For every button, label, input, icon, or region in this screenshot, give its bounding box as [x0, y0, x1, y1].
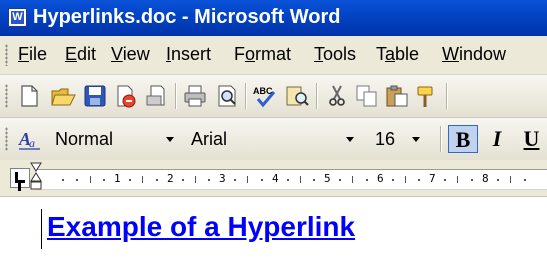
text-cursor	[41, 209, 42, 249]
font-size-dropdown[interactable]: 16	[370, 125, 426, 153]
print-preview-icon[interactable]	[144, 83, 170, 109]
toolbar-separator	[175, 83, 176, 109]
spelling-grammar-icon[interactable]: ABC	[252, 83, 278, 109]
ruler-number: 3	[219, 172, 226, 185]
toolbar-separator	[316, 83, 317, 109]
hyperlink[interactable]: Example of a Hyperlink	[47, 211, 355, 243]
window-title: Hyperlinks.doc - Microsoft Word	[33, 6, 341, 28]
style-value: Normal	[55, 129, 114, 149]
ruler-number: 1	[114, 172, 121, 185]
standard-toolbar: ABC	[0, 75, 547, 118]
document-area[interactable]: Example of a Hyperlink	[0, 197, 547, 267]
italic-button[interactable]: I	[482, 125, 512, 153]
horizontal-ruler-bar: 1 2 3 4 5 6 7 8	[0, 160, 547, 197]
font-dropdown[interactable]: Arial	[184, 125, 360, 153]
menu-insert[interactable]: Insert	[166, 44, 211, 65]
chevron-down-icon[interactable]	[161, 126, 179, 152]
ruler-number: 2	[167, 172, 174, 185]
indent-marker-icon[interactable]	[30, 162, 42, 192]
horizontal-ruler[interactable]: 1 2 3 4 5 6 7 8	[36, 169, 547, 190]
menu-edit[interactable]: Edit	[65, 44, 96, 65]
title-bar: W Hyperlinks.doc - Microsoft Word	[0, 0, 547, 36]
print-icon[interactable]	[182, 83, 208, 109]
menu-format[interactable]: Format	[234, 44, 291, 65]
ruler-number: 8	[482, 172, 489, 185]
save-disk-icon[interactable]	[82, 83, 108, 109]
menu-file[interactable]: File	[18, 44, 47, 65]
open-folder-icon[interactable]	[50, 83, 76, 109]
menu-table[interactable]: Table	[376, 44, 419, 65]
toolbar-separator	[440, 126, 441, 152]
ruler-number: 6	[377, 172, 384, 185]
toolbar-separator	[446, 83, 447, 109]
menu-window[interactable]: Window	[442, 44, 506, 65]
paste-icon[interactable]	[384, 83, 410, 109]
ruler-number: 5	[324, 172, 331, 185]
tab-selector-button[interactable]	[10, 168, 30, 188]
chevron-down-icon[interactable]	[341, 126, 359, 152]
font-size-value: 16	[375, 129, 396, 149]
research-icon[interactable]	[284, 83, 310, 109]
bold-button[interactable]: B	[448, 125, 478, 153]
new-blank-document-icon[interactable]	[16, 83, 42, 109]
chevron-down-icon[interactable]	[407, 126, 425, 152]
styles-and-formatting-icon[interactable]: A a	[16, 126, 42, 152]
ruler-number: 7	[429, 172, 436, 185]
permission-icon[interactable]	[112, 83, 138, 109]
style-dropdown[interactable]: Normal	[48, 125, 180, 153]
toolbar-grip-handle[interactable]	[5, 84, 8, 108]
toolbar-separator	[245, 83, 246, 109]
menubar-grip-handle[interactable]	[5, 44, 8, 66]
formatting-toolbar: A a Normal Arial 16 B I U	[0, 118, 547, 161]
underline-button[interactable]: U	[516, 125, 547, 153]
menu-bar: File Edit View Insert Format Tools Table…	[0, 36, 547, 75]
font-value: Arial	[191, 129, 228, 149]
format-painter-icon[interactable]	[414, 83, 440, 109]
copy-icon[interactable]	[354, 83, 380, 109]
svg-text:a: a	[29, 136, 35, 150]
toolbar-grip-handle[interactable]	[5, 127, 8, 151]
print-preview-magnifier-icon[interactable]	[214, 83, 240, 109]
cut-icon[interactable]	[324, 83, 350, 109]
menu-tools[interactable]: Tools	[314, 44, 356, 65]
word-document-icon[interactable]: W	[8, 8, 27, 27]
menu-view[interactable]: View	[111, 44, 150, 65]
ruler-number: 4	[272, 172, 279, 185]
